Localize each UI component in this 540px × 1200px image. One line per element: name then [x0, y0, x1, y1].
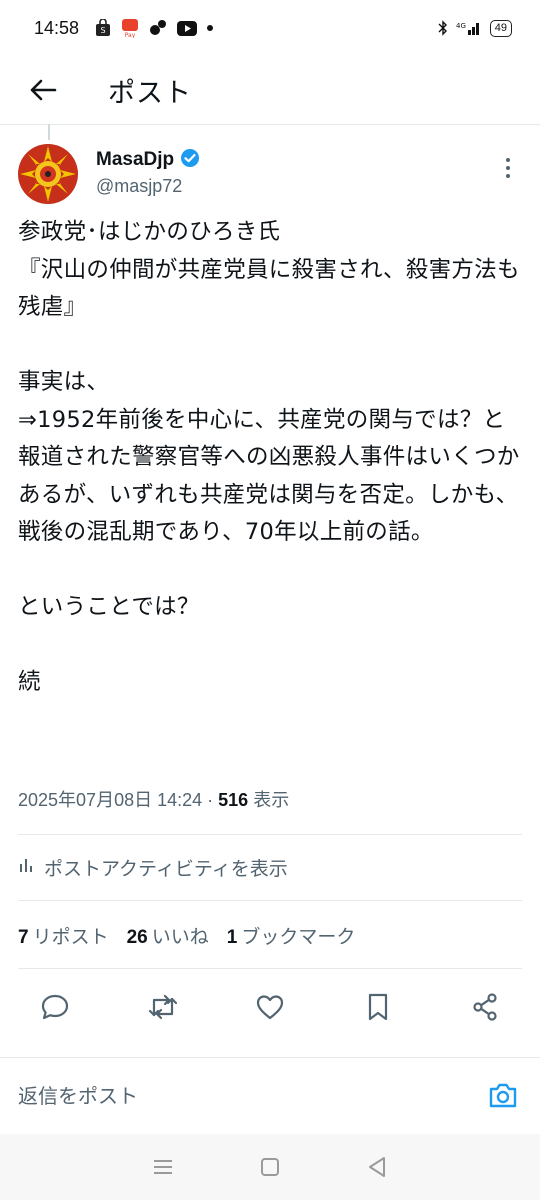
bookmark-icon[interactable] — [361, 990, 395, 1024]
bookmarks-count: 1 — [226, 927, 238, 948]
status-bar: 14:58 S Pay 4G 49 — [0, 0, 540, 56]
more-options-icon[interactable] — [496, 156, 520, 186]
meta-separator: · — [202, 790, 219, 810]
system-back-icon[interactable] — [357, 1147, 397, 1187]
like-heart-icon[interactable] — [253, 990, 287, 1024]
divider — [18, 834, 522, 835]
paypay-icon: Pay — [121, 18, 139, 38]
likes-count-link[interactable]: 26 いいね — [127, 922, 209, 949]
likes-count: 26 — [126, 927, 148, 948]
post-meta: 2025年07月08日 14:24 · 516 表示 — [18, 786, 289, 812]
network-type: 4G — [456, 22, 466, 30]
header-divider — [0, 124, 540, 125]
views-count: 516 — [218, 790, 249, 810]
action-bar — [0, 984, 540, 1030]
post-text: 参政党･はじかのひろき氏 『沢山の仲間が共産党員に殺害され、殺害方法も残虐』 事… — [18, 219, 520, 695]
signal-icon: 4G — [456, 20, 482, 36]
post-activity-label: ポストアクティビティを表示 — [44, 858, 288, 880]
display-name[interactable]: MasaDjp — [96, 149, 174, 171]
user-handle[interactable]: @masjp72 — [96, 176, 182, 197]
home-icon[interactable] — [250, 1147, 290, 1187]
page-title: ポスト — [108, 77, 192, 109]
repost-icon[interactable] — [146, 990, 180, 1024]
analytics-icon — [18, 856, 36, 879]
svg-text:Pay: Pay — [125, 32, 136, 38]
app-bar: ポスト — [0, 56, 540, 124]
camera-icon[interactable] — [486, 1078, 520, 1112]
likes-label: いいね — [151, 926, 209, 948]
views-label: 表示 — [248, 790, 290, 810]
thread-connector-line — [48, 124, 50, 140]
bookmarks-label: ブックマーク — [241, 926, 356, 948]
svg-text:S: S — [101, 26, 106, 35]
post-author: MasaDjp @masjp72 — [18, 142, 522, 206]
post-activity-link[interactable]: ポストアクティビティを表示 — [18, 854, 288, 881]
shopping-bag-icon: S — [95, 19, 111, 37]
back-arrow-icon[interactable] — [26, 73, 60, 107]
reposts-count: 7 — [18, 927, 29, 948]
reply-input[interactable]: 返信をポスト — [18, 1080, 138, 1109]
bluetooth-icon — [438, 20, 448, 36]
divider — [18, 900, 522, 901]
verified-badge-icon — [180, 148, 200, 172]
dot-icon — [207, 25, 214, 31]
battery-icon: 49 — [489, 19, 512, 37]
system-nav-bar — [0, 1134, 540, 1200]
post-timestamp[interactable]: 2025年07月08日 14:24 — [18, 790, 202, 810]
share-icon[interactable] — [468, 990, 502, 1024]
status-time: 14:58 — [34, 17, 80, 38]
recent-apps-icon[interactable] — [143, 1147, 183, 1187]
reposts-count-link[interactable]: 7 リポスト — [18, 922, 109, 949]
reply-bar-divider — [0, 1057, 540, 1058]
avatar[interactable] — [18, 144, 78, 204]
name-row: MasaDjp — [96, 148, 200, 172]
reply-icon[interactable] — [38, 990, 72, 1024]
bookmarks-count-link[interactable]: 1 ブックマーク — [227, 922, 356, 949]
engagement-counts: 7 リポスト 26 いいね 1 ブックマーク — [18, 922, 355, 949]
threads-icon — [149, 19, 167, 37]
youtube-icon — [177, 20, 198, 36]
reposts-label: リポスト — [32, 926, 109, 948]
divider — [18, 968, 522, 969]
